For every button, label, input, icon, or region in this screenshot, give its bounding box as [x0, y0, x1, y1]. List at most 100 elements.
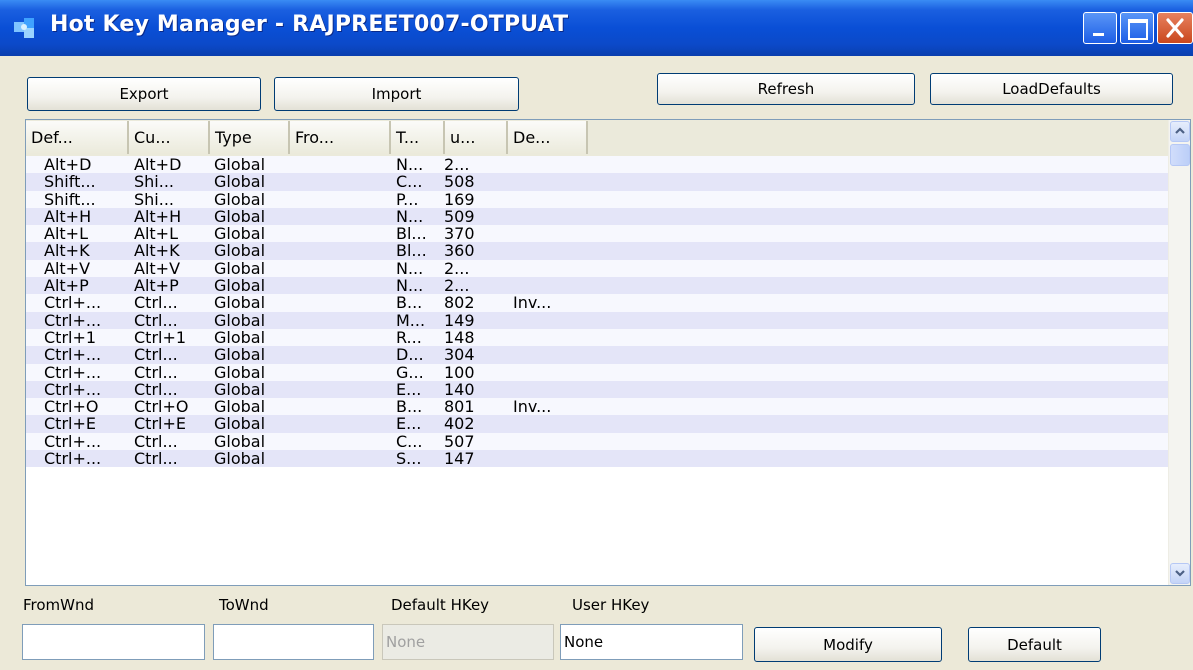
column-header-description[interactable]: De...: [508, 121, 588, 154]
cell-type: Global: [214, 258, 266, 278]
table-row[interactable]: Alt+L Alt+L Global Bl... 370: [26, 224, 1168, 244]
fromwnd-label: FromWnd: [23, 596, 95, 614]
townd-label: ToWnd: [219, 596, 269, 614]
cell-user-id: 169: [444, 189, 475, 209]
townd-field[interactable]: [213, 624, 374, 660]
table-row[interactable]: Shift... Shi... Global P... 169: [26, 189, 1168, 209]
cell-default-key: Alt+K: [44, 241, 90, 261]
table-row[interactable]: Alt+V Alt+V Global N... 2...: [26, 258, 1168, 278]
table-row[interactable]: Shift... Shi... Global C... 508: [26, 172, 1168, 192]
cell-type: Global: [214, 397, 266, 417]
cell-type: Global: [214, 310, 266, 330]
cell-default-key: Ctrl+1: [44, 327, 97, 347]
cell-type: Global: [214, 449, 266, 469]
table-row[interactable]: Ctrl+E Ctrl+E Global E... 402: [26, 414, 1168, 434]
cell-default-key: Ctrl+...: [44, 345, 102, 365]
title-bar[interactable]: Hot Key Manager - RAJPREET007-OTPUAT: [0, 0, 1193, 56]
cell-current-key: Ctrl...: [134, 310, 178, 330]
cell-default-key: Alt+L: [44, 224, 88, 244]
list-rows: Alt+D Alt+D Global N... 2... Shift... Shi... Gl…: [26, 155, 1168, 469]
cell-current-key: Ctrl+E: [134, 414, 186, 434]
cell-to-window: N...: [396, 276, 424, 296]
cell-user-id: 100: [444, 362, 475, 382]
cell-to-window: N...: [396, 155, 424, 174]
cell-type: Global: [214, 362, 266, 382]
cell-user-id: 508: [444, 172, 475, 192]
cell-to-window: B...: [396, 397, 423, 417]
cell-user-id: 802: [444, 293, 475, 313]
cell-to-window: N...: [396, 206, 424, 226]
user-hkey-field[interactable]: None: [560, 624, 743, 660]
chevron-down-icon: [1175, 570, 1185, 577]
cell-current-key: Alt+V: [134, 258, 181, 278]
cell-current-key: Alt+P: [134, 276, 179, 296]
column-header-default[interactable]: Def...: [26, 121, 129, 154]
cell-default-key: Ctrl+...: [44, 310, 102, 330]
table-row[interactable]: Alt+P Alt+P Global N... 2...: [26, 276, 1168, 296]
table-row[interactable]: Ctrl+... Ctrl... Global D... 304: [26, 345, 1168, 365]
cell-to-window: E...: [396, 379, 422, 399]
cell-type: Global: [214, 276, 266, 296]
table-row[interactable]: Ctrl+... Ctrl... Global M... 149: [26, 310, 1168, 330]
scroll-down-button[interactable]: [1170, 563, 1190, 584]
cell-type: Global: [214, 241, 266, 261]
cell-user-id: 304: [444, 345, 475, 365]
cell-current-key: Ctrl...: [134, 449, 178, 469]
column-header-user[interactable]: u...: [445, 121, 508, 154]
import-button[interactable]: Import: [274, 77, 519, 111]
column-header-to[interactable]: T...: [391, 121, 445, 154]
user-hkey-label: User HKey: [572, 596, 650, 614]
cell-user-id: 148: [444, 327, 475, 347]
cell-user-id: 2...: [444, 258, 470, 278]
hotkey-list[interactable]: Def... Cu... Type Fro... T... u... De...…: [25, 119, 1191, 586]
scroll-thumb[interactable]: [1170, 144, 1190, 166]
cell-to-window: P...: [396, 189, 419, 209]
cell-to-window: N...: [396, 258, 424, 278]
table-row[interactable]: Alt+H Alt+H Global N... 509: [26, 206, 1168, 226]
scroll-up-button[interactable]: [1170, 121, 1190, 142]
puzzle-app-icon: [14, 18, 34, 38]
cell-type: Global: [214, 327, 266, 347]
cell-current-key: Shi...: [134, 189, 174, 209]
cell-type: Global: [214, 379, 266, 399]
cell-type: Global: [214, 431, 266, 451]
column-header-from[interactable]: Fro...: [290, 121, 391, 154]
column-header-current[interactable]: Cu...: [129, 121, 210, 154]
table-row[interactable]: Ctrl+O Ctrl+O Global B... 801 Inv...: [26, 397, 1168, 417]
vertical-scrollbar[interactable]: [1168, 120, 1190, 585]
fromwnd-field[interactable]: [22, 624, 205, 660]
table-row[interactable]: Alt+K Alt+K Global Bl... 360: [26, 241, 1168, 261]
column-header-type[interactable]: Type: [210, 121, 290, 154]
close-button[interactable]: [1157, 12, 1193, 44]
cell-user-id: 370: [444, 224, 475, 244]
table-row[interactable]: Alt+D Alt+D Global N... 2...: [26, 155, 1168, 174]
cell-to-window: Bl...: [396, 224, 427, 244]
cell-to-window: Bl...: [396, 241, 427, 261]
table-row[interactable]: Ctrl+... Ctrl... Global B... 802 Inv...: [26, 293, 1168, 313]
export-button[interactable]: Export: [27, 77, 261, 111]
refresh-button[interactable]: Refresh: [657, 73, 915, 105]
cell-current-key: Ctrl+1: [134, 327, 187, 347]
modify-button[interactable]: Modify: [754, 627, 942, 662]
cell-user-id: 147: [444, 449, 475, 469]
cell-default-key: Alt+D: [44, 155, 92, 174]
cell-current-key: Ctrl...: [134, 431, 178, 451]
chevron-up-icon: [1175, 127, 1185, 134]
cell-type: Global: [214, 224, 266, 244]
table-row[interactable]: Ctrl+... Ctrl... Global S... 147: [26, 449, 1168, 469]
table-row[interactable]: Ctrl+... Ctrl... Global E... 140: [26, 379, 1168, 399]
table-row[interactable]: Ctrl+1 Ctrl+1 Global R... 148: [26, 327, 1168, 347]
cell-description: Inv...: [513, 293, 552, 313]
minimize-button[interactable]: [1083, 12, 1117, 44]
table-row[interactable]: Ctrl+... Ctrl... Global C... 507: [26, 431, 1168, 451]
cell-default-key: Shift...: [44, 189, 96, 209]
cell-type: Global: [214, 414, 266, 434]
cell-default-key: Alt+V: [44, 258, 91, 278]
cell-description: Inv...: [513, 397, 552, 417]
table-row[interactable]: Ctrl+... Ctrl... Global G... 100: [26, 362, 1168, 382]
default-button[interactable]: Default: [968, 627, 1101, 662]
load-defaults-button[interactable]: LoadDefaults: [930, 73, 1173, 105]
cell-current-key: Ctrl...: [134, 293, 178, 313]
cell-to-window: D...: [396, 345, 424, 365]
maximize-button[interactable]: [1120, 12, 1154, 44]
